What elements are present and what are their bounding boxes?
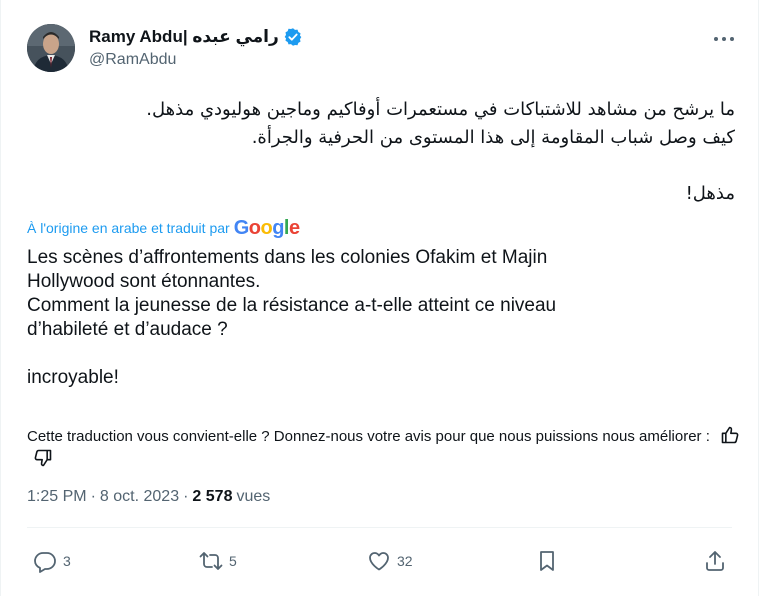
tweet-time[interactable]: 1:25 PM: [27, 488, 87, 506]
translation-feedback: Cette traduction vous convient-elle ? Do…: [27, 425, 747, 471]
translated-by-link[interactable]: À l'origine en arabe et traduit par Goog…: [27, 216, 300, 239]
tweet-original-text: ما يرشح من مشاهد للاشتباكات في مستعمرات …: [27, 96, 735, 208]
views-label: vues: [236, 488, 271, 505]
translated-by-label: À l'origine en arabe et traduit par: [27, 220, 230, 236]
divider: [27, 527, 732, 528]
share-icon: [706, 551, 724, 571]
more-icon-dot: [730, 37, 734, 41]
translation-line: Comment la jeunesse de la résistance a-t…: [27, 295, 557, 316]
tweet-date[interactable]: 8 oct. 2023: [100, 488, 179, 506]
tweet-translation-text: Les scènes d’affrontements dans les colo…: [27, 246, 735, 390]
translation-line: [27, 342, 735, 366]
like-count: 32: [397, 553, 413, 569]
bookmark-icon: [540, 551, 554, 571]
google-logo: Google: [233, 216, 300, 239]
reply-button[interactable]: 3: [33, 548, 71, 574]
reply-count: 3: [63, 553, 71, 569]
tweet-card: Ramy Abdu| رامي عبده @RamAbdu ما يرشح من…: [0, 0, 759, 596]
verified-badge-icon: [284, 28, 302, 46]
feedback-text: Cette traduction vous convient-elle ? Do…: [27, 428, 710, 445]
arabic-line: [27, 152, 735, 180]
translation-line: incroyable!: [27, 367, 119, 388]
reply-icon: [34, 552, 56, 573]
author-display-name[interactable]: Ramy Abdu| رامي عبده: [89, 27, 279, 47]
more-options-button[interactable]: [707, 26, 741, 52]
meta-separator: ·: [183, 488, 189, 505]
repost-icon: [199, 552, 223, 570]
like-button[interactable]: 32: [367, 548, 413, 574]
avatar-image: [27, 24, 75, 72]
translation-line: Hollywood sont étonnantes.: [27, 271, 261, 292]
views-count: 2 578: [192, 488, 233, 505]
repost-count: 5: [229, 553, 237, 569]
meta-separator: ·: [90, 488, 96, 505]
translation-line: d’habileté et d’audace ?: [27, 319, 228, 340]
author-handle[interactable]: @RamAbdu: [89, 51, 176, 69]
tweet-meta: 1:25 PM · 8 oct. 2023 · 2 578 vues: [27, 488, 270, 506]
share-button[interactable]: [703, 548, 727, 574]
bookmark-button[interactable]: [535, 548, 559, 574]
action-bar: 3 5 32: [33, 548, 733, 574]
thumbs-up-icon[interactable]: [720, 425, 740, 445]
translation-line: Les scènes d’affrontements dans les colo…: [27, 247, 548, 268]
arabic-line: ما يرشح من مشاهد للاشتباكات في مستعمرات …: [146, 99, 735, 120]
more-icon-dot: [722, 37, 726, 41]
avatar[interactable]: [27, 24, 75, 72]
like-icon: [369, 552, 389, 571]
thumbs-down-icon[interactable]: [33, 448, 53, 468]
repost-button[interactable]: 5: [199, 548, 237, 574]
arabic-line: كيف وصل شباب المقاومة إلى هذا المستوى من…: [251, 127, 735, 148]
arabic-line: مذهل!: [685, 183, 735, 204]
more-icon: [714, 37, 718, 41]
author-name-row[interactable]: Ramy Abdu| رامي عبده: [89, 26, 303, 48]
